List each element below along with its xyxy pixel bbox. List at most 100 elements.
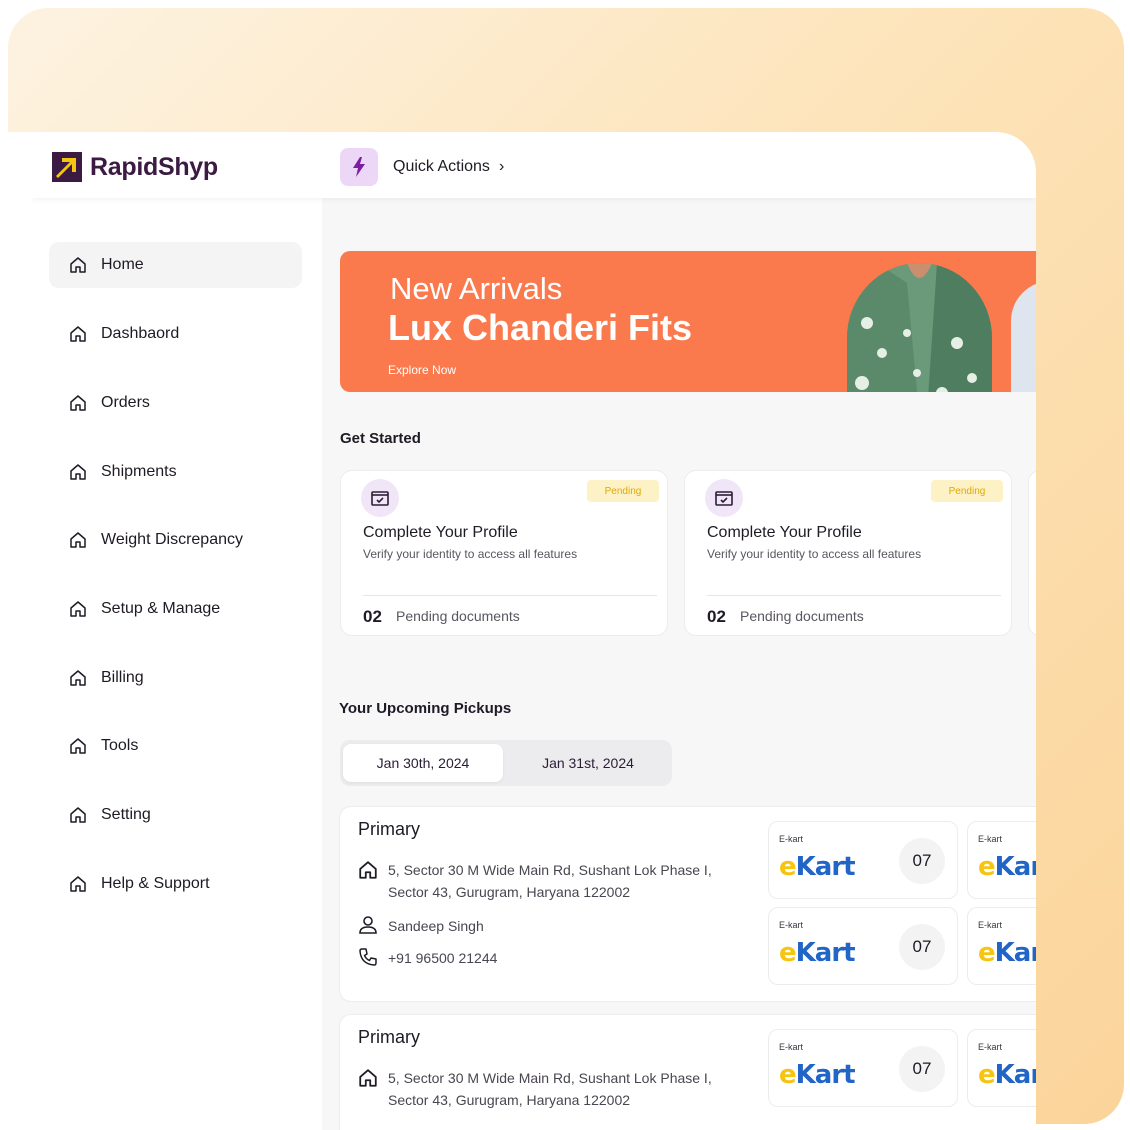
calendar-check-icon xyxy=(361,479,399,517)
carrier-label: E-kart xyxy=(978,1042,1003,1052)
card-subtitle: Verify your identity to access all featu… xyxy=(363,547,578,561)
get-started-card[interactable]: Pending Complete Your Profile Verify you… xyxy=(340,470,668,636)
sidebar-item-setup-manage[interactable]: Setup & Manage xyxy=(49,586,302,632)
get-started-card-peek[interactable] xyxy=(1028,470,1036,636)
home-icon xyxy=(70,876,86,892)
sidebar-item-label: Setting xyxy=(101,806,151,823)
pending-count: 02 xyxy=(707,607,726,626)
lightning-icon xyxy=(340,148,378,186)
chevron-right-icon: › xyxy=(498,158,505,175)
sidebar-item-label: Billing xyxy=(101,669,144,686)
promo-banner[interactable]: New Arrivals Lux Chanderi Fits Explore N… xyxy=(340,251,1036,392)
divider xyxy=(363,595,657,596)
ekart-logo: eKar xyxy=(978,938,1036,968)
banner-product-image xyxy=(847,263,992,392)
sidebar-item-home[interactable]: Home xyxy=(49,242,302,288)
carrier-label: E-kart xyxy=(779,1042,804,1052)
topbar: RapidShyp Quick Actions › xyxy=(32,132,1036,198)
sidebar-item-billing[interactable]: Billing xyxy=(49,655,302,701)
carrier-count: 07 xyxy=(899,924,945,970)
ekart-logo: eKar xyxy=(978,852,1036,882)
carrier-count: 07 xyxy=(899,838,945,884)
home-icon xyxy=(70,464,86,480)
pickup-name: Primary xyxy=(358,819,420,839)
app-left-edge xyxy=(8,132,32,1130)
get-started-card[interactable]: Pending Complete Your Profile Verify you… xyxy=(684,470,1012,636)
home-icon xyxy=(359,861,377,879)
pickup-address: 5, Sector 30 M Wide Main Rd, Sushant Lok… xyxy=(358,1067,712,1111)
ekart-logo: eKar xyxy=(978,1060,1036,1090)
person-icon xyxy=(359,916,377,934)
sidebar-item-label: Tools xyxy=(101,737,139,754)
logo-arrow-icon xyxy=(52,152,82,182)
pickup-card[interactable]: Primary 5, Sector 30 M Wide Main Rd, Sus… xyxy=(339,806,1036,1002)
home-icon xyxy=(70,532,86,548)
home-icon xyxy=(70,395,86,411)
quick-actions-button[interactable]: Quick Actions › xyxy=(340,148,504,186)
address-line1: 5, Sector 30 M Wide Main Rd, Sushant Lok… xyxy=(388,1070,712,1086)
pickup-contact: Sandeep Singh xyxy=(358,915,484,937)
sidebar-item-label: Home xyxy=(101,256,144,273)
home-icon xyxy=(70,670,86,686)
sidebar-item-orders[interactable]: Orders xyxy=(49,380,302,426)
carrier-card[interactable]: E-kart eKar xyxy=(967,1029,1036,1107)
status-badge: Pending xyxy=(931,480,1003,502)
address-line2: Sector 43, Gurugram, Haryana 122002 xyxy=(388,884,631,900)
ekart-logo: eKart xyxy=(779,1060,856,1090)
brand-logo[interactable]: RapidShyp xyxy=(52,152,218,182)
card-title: Complete Your Profile xyxy=(363,524,518,541)
ekart-logo: eKart xyxy=(779,938,856,968)
tab-jan-31[interactable]: Jan 31st, 2024 xyxy=(508,744,668,782)
home-icon xyxy=(70,807,86,823)
carrier-label: E-kart xyxy=(978,834,1003,844)
sidebar-item-label: Help & Support xyxy=(101,875,210,892)
contact-name: Sandeep Singh xyxy=(388,918,484,934)
pickup-name: Primary xyxy=(358,1027,420,1047)
sidebar-item-label: Shipments xyxy=(101,463,177,480)
phone-icon xyxy=(359,948,377,966)
sidebar-item-shipments[interactable]: Shipments xyxy=(49,449,302,495)
carrier-label: E-kart xyxy=(978,920,1003,930)
sidebar: Home Dashbaord Orders Shipments Weight D… xyxy=(32,198,322,1130)
sidebar-item-label: Weight Discrepancy xyxy=(101,531,243,548)
home-icon xyxy=(70,257,86,273)
banner-product-image-2 xyxy=(1011,281,1036,392)
sidebar-item-label: Setup & Manage xyxy=(101,600,221,617)
carrier-card[interactable]: E-kart eKart 07 xyxy=(768,907,958,985)
pickup-address: 5, Sector 30 M Wide Main Rd, Sushant Lok… xyxy=(358,859,712,903)
home-icon xyxy=(70,601,86,617)
address-line2: Sector 43, Gurugram, Haryana 122002 xyxy=(388,1092,631,1108)
calendar-check-icon xyxy=(705,479,743,517)
pending-count-label: Pending documents xyxy=(396,608,520,624)
brand-name: RapidShyp xyxy=(90,152,218,181)
carrier-label: E-kart xyxy=(779,834,804,844)
upcoming-pickups-title: Your Upcoming Pickups xyxy=(339,700,512,717)
sidebar-item-dashboard[interactable]: Dashbaord xyxy=(49,311,302,357)
sidebar-item-tools[interactable]: Tools xyxy=(49,723,302,769)
pickup-date-tabs: Jan 30th, 2024 Jan 31st, 2024 xyxy=(340,740,672,786)
carrier-label: E-kart xyxy=(779,920,804,930)
card-subtitle: Verify your identity to access all featu… xyxy=(707,547,922,561)
card-title: Complete Your Profile xyxy=(707,524,862,541)
sidebar-item-weight-discrepancy[interactable]: Weight Discrepancy xyxy=(49,517,302,563)
banner-line2: Lux Chanderi Fits xyxy=(388,307,693,348)
sidebar-item-label: Orders xyxy=(101,394,150,411)
sidebar-item-help-support[interactable]: Help & Support xyxy=(49,861,302,907)
carrier-card[interactable]: E-kart eKart 07 xyxy=(768,1029,958,1107)
explore-now-link[interactable]: Explore Now xyxy=(388,363,456,377)
pickup-phone: +91 96500 21244 xyxy=(358,947,497,969)
tab-jan-30[interactable]: Jan 30th, 2024 xyxy=(343,744,503,782)
carrier-card[interactable]: E-kart eKar xyxy=(967,821,1036,899)
home-icon xyxy=(70,738,86,754)
status-badge: Pending xyxy=(587,480,659,502)
carrier-card[interactable]: E-kart eKar xyxy=(967,907,1036,985)
contact-phone: +91 96500 21244 xyxy=(388,950,498,966)
address-line1: 5, Sector 30 M Wide Main Rd, Sushant Lok… xyxy=(388,862,712,878)
quick-actions-label: Quick Actions xyxy=(393,158,490,175)
carrier-card[interactable]: E-kart eKart 07 xyxy=(768,821,958,899)
pending-count-label: Pending documents xyxy=(740,608,864,624)
main-content: New Arrivals Lux Chanderi Fits Explore N… xyxy=(322,198,1036,1130)
pickup-card[interactable]: Primary 5, Sector 30 M Wide Main Rd, Sus… xyxy=(339,1014,1036,1130)
banner-line1: New Arrivals xyxy=(390,271,563,306)
sidebar-item-setting[interactable]: Setting xyxy=(49,792,302,838)
